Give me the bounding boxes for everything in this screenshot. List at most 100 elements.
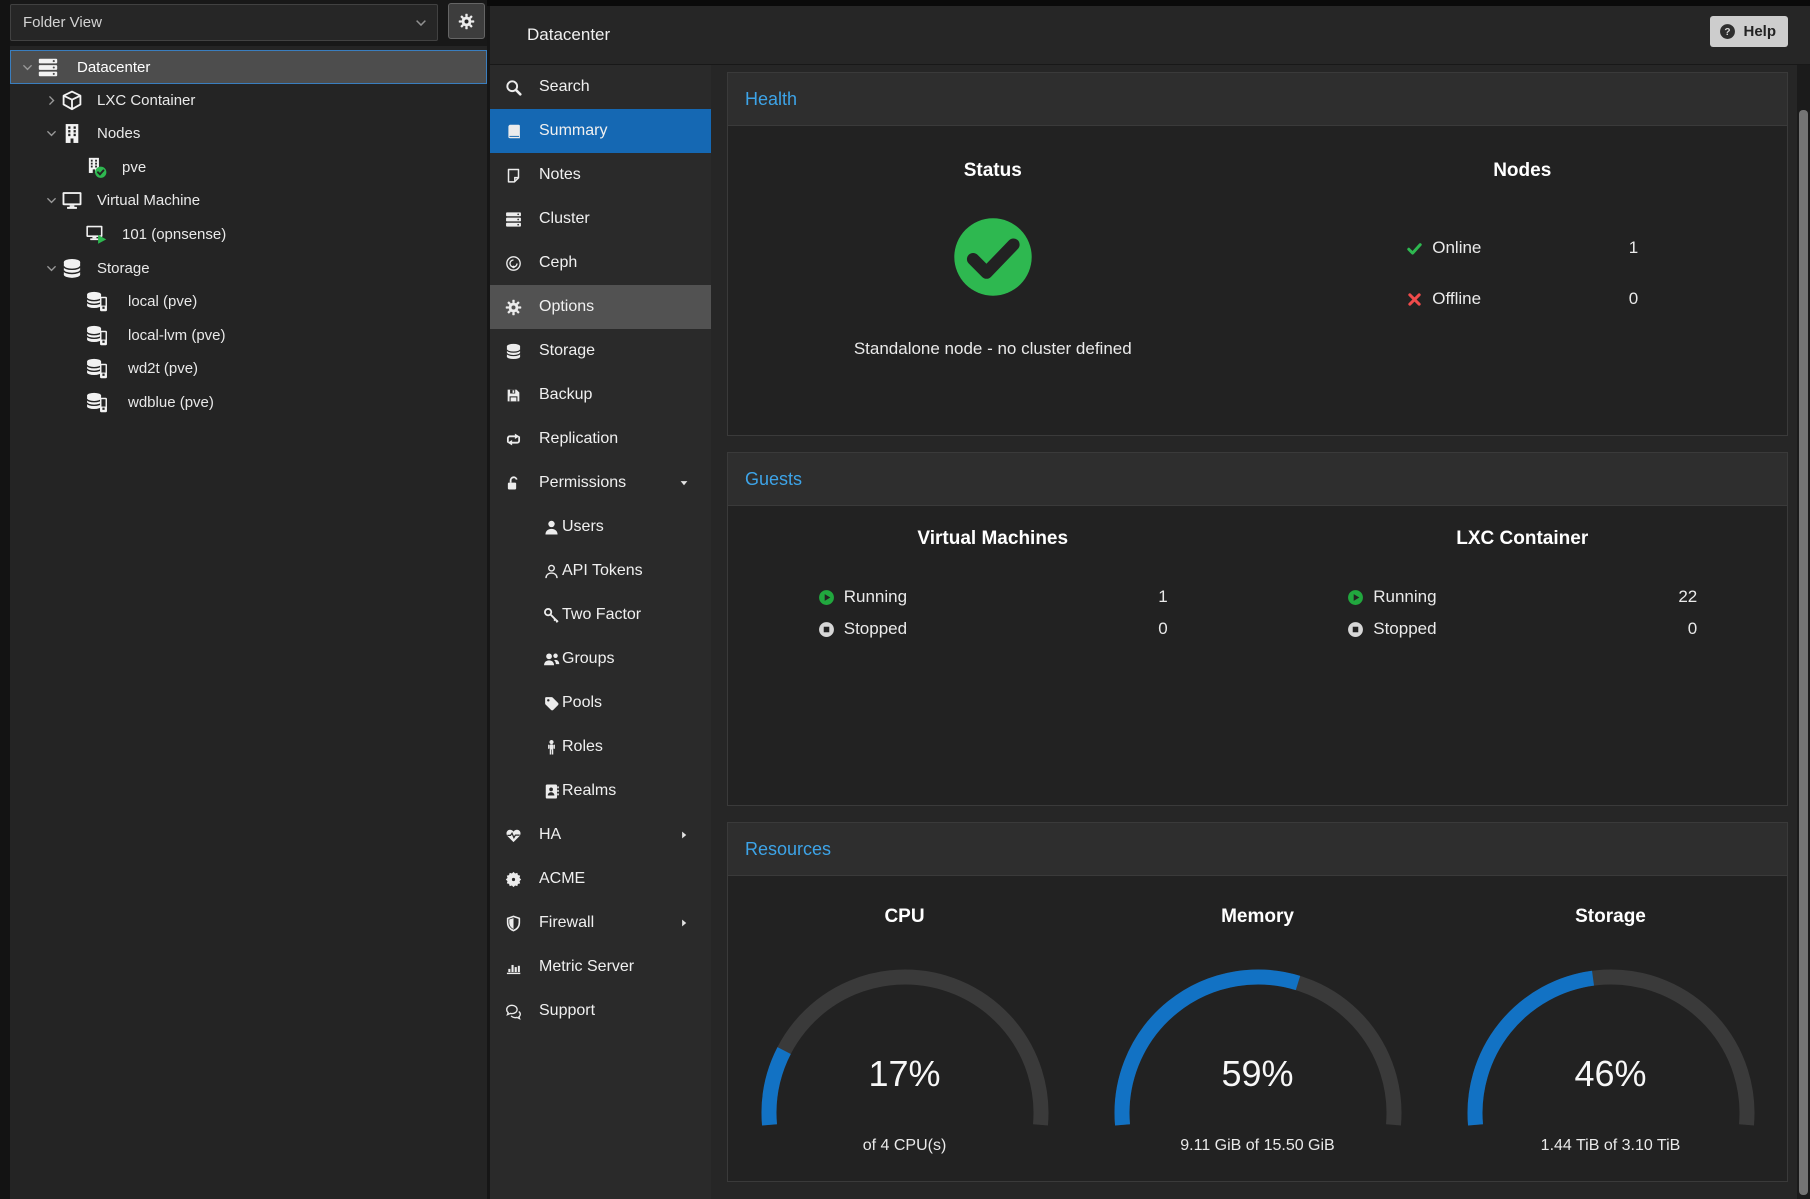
nav-item-summary[interactable]: Summary <box>490 109 711 153</box>
caret-down-icon <box>678 477 690 489</box>
nav-item-pools[interactable]: Pools <box>490 681 711 725</box>
nav-item-realms[interactable]: Realms <box>490 769 711 813</box>
health-panel-title: Health <box>728 73 1787 126</box>
nav-item-two-factor[interactable]: Two Factor <box>490 593 711 637</box>
tree-item-label: local-lvm (pve) <box>128 319 226 353</box>
guest-status-row: Stopped 0 <box>818 616 1168 642</box>
scrollbar-thumb[interactable] <box>1799 110 1808 1195</box>
search-icon <box>505 79 522 96</box>
resource-tree-panel: Folder View Datacenter LXC Container Nod… <box>10 0 487 1199</box>
gauge-subtext: of 4 CPU(s) <box>728 1137 1081 1155</box>
nav-item-storage[interactable]: Storage <box>490 329 711 373</box>
nav-item-label: Roles <box>562 725 603 769</box>
guest-status-value: 22 <box>1678 587 1697 607</box>
nav-item-cluster[interactable]: Cluster <box>490 197 711 241</box>
nav-item-users[interactable]: Users <box>490 505 711 549</box>
nodes-rows: Online 1 Offline 0 <box>1406 234 1638 313</box>
nav-item-label: Groups <box>562 637 614 681</box>
nav-item-label: Storage <box>539 329 595 373</box>
tree-item-datacenter[interactable]: Datacenter <box>10 50 487 84</box>
tree-settings-button[interactable] <box>448 3 485 39</box>
content-header: Datacenter ? Help <box>490 6 1810 65</box>
database-icon <box>61 258 83 279</box>
content-scrollbar[interactable] <box>1797 65 1810 1199</box>
nav-item-label: Users <box>562 505 604 549</box>
tree-item-local-pve-[interactable]: local (pve) <box>10 285 487 319</box>
help-button[interactable]: ? Help <box>1710 16 1788 47</box>
nav-item-api-tokens[interactable]: API Tokens <box>490 549 711 593</box>
svg-text:?: ? <box>1725 27 1731 38</box>
nav-item-label: Summary <box>539 109 607 153</box>
nav-item-permissions[interactable]: Permissions <box>490 461 711 505</box>
nav-item-ceph[interactable]: Ceph <box>490 241 711 285</box>
guest-status-value: 0 <box>1158 619 1167 639</box>
nav-item-backup[interactable]: Backup <box>490 373 711 417</box>
tree-item-101-opnsense-[interactable]: 101 (opnsense) <box>10 218 487 252</box>
gauge-storage: Storage 46% 1.44 TiB of 3.10 TiB <box>1434 876 1787 1155</box>
nav-item-roles[interactable]: Roles <box>490 725 711 769</box>
tree-item-label: pve <box>122 151 146 185</box>
gauge-percent: 46% <box>1461 1054 1761 1094</box>
check-icon <box>1406 240 1423 257</box>
ceph-icon <box>505 255 522 272</box>
tree-item-storage[interactable]: Storage <box>10 252 487 286</box>
guest-column-lxc-container: LXC Container Running 22 Stopped 0 <box>1258 506 1788 648</box>
nav-item-metric-server[interactable]: Metric Server <box>490 945 711 989</box>
summary-content: Health Status Standalone node - no clust… <box>711 65 1810 1199</box>
nav-item-search[interactable]: Search <box>490 65 711 109</box>
nav-item-ha[interactable]: HA <box>490 813 711 857</box>
building-check-icon <box>84 157 108 178</box>
gauge-percent: 17% <box>755 1054 1055 1094</box>
nav-item-support[interactable]: Support <box>490 989 711 1033</box>
cube-icon <box>61 90 83 111</box>
database-drive-icon <box>84 392 110 413</box>
guest-status-row: Stopped 0 <box>1347 616 1697 642</box>
user-icon <box>543 519 560 536</box>
unlock-icon <box>505 475 522 492</box>
database-drive-icon <box>84 291 110 312</box>
comments-icon <box>505 1003 522 1020</box>
nav-item-label: API Tokens <box>562 549 643 593</box>
tree-item-wd2t-pve-[interactable]: wd2t (pve) <box>10 352 487 386</box>
guest-status-row: Running 22 <box>1347 584 1697 610</box>
tree-item-wdblue-pve-[interactable]: wdblue (pve) <box>10 386 487 420</box>
chevron-down-icon[interactable] <box>21 61 34 74</box>
question-circle-icon: ? <box>1719 23 1736 40</box>
status-ok-icon <box>950 214 1036 300</box>
chevron-down-icon[interactable] <box>45 194 58 207</box>
server-icon <box>505 211 522 228</box>
page-title: Datacenter <box>527 6 610 64</box>
tree-item-nodes[interactable]: Nodes <box>10 117 487 151</box>
chevron-right-icon[interactable] <box>45 94 58 107</box>
nav-item-replication[interactable]: Replication <box>490 417 711 461</box>
proxmox-app: Folder View Datacenter LXC Container Nod… <box>0 0 1810 1199</box>
guest-status-row: Running 1 <box>818 584 1168 610</box>
nav-item-acme[interactable]: ACME <box>490 857 711 901</box>
gear-icon <box>505 299 522 316</box>
tree-item-virtual-machine[interactable]: Virtual Machine <box>10 184 487 218</box>
node-status-value: 0 <box>1629 289 1638 309</box>
play-circle-icon <box>1347 589 1364 606</box>
tree-item-lxc-container[interactable]: LXC Container <box>10 84 487 118</box>
view-mode-select[interactable]: Folder View <box>10 4 438 41</box>
tree-item-pve[interactable]: pve <box>10 151 487 185</box>
nav-item-groups[interactable]: Groups <box>490 637 711 681</box>
guest-column-virtual-machines: Virtual Machines Running 1 Stopped 0 <box>728 506 1258 648</box>
desktop-icon <box>61 190 83 211</box>
tree-item-local-lvm-pve-[interactable]: local-lvm (pve) <box>10 319 487 353</box>
nav-item-label: Realms <box>562 769 616 813</box>
tree-item-label: Datacenter <box>77 51 150 85</box>
nav-item-notes[interactable]: Notes <box>490 153 711 197</box>
chevron-down-icon[interactable] <box>45 127 58 140</box>
chevron-down-icon[interactable] <box>45 262 58 275</box>
resources-panel: Resources CPU 17% of 4 CPU(s) Memory 59%… <box>727 822 1788 1182</box>
tree-item-label: LXC Container <box>97 84 195 118</box>
nav-item-label: Options <box>539 285 594 329</box>
node-status-label: Online <box>1432 238 1481 258</box>
nav-item-options[interactable]: Options <box>490 285 711 329</box>
nav-item-firewall[interactable]: Firewall <box>490 901 711 945</box>
desktop-play-icon <box>84 224 108 245</box>
status-heading: Status <box>728 160 1258 182</box>
guests-panel-title: Guests <box>728 453 1787 506</box>
tree-toolbar: Folder View <box>10 0 487 46</box>
